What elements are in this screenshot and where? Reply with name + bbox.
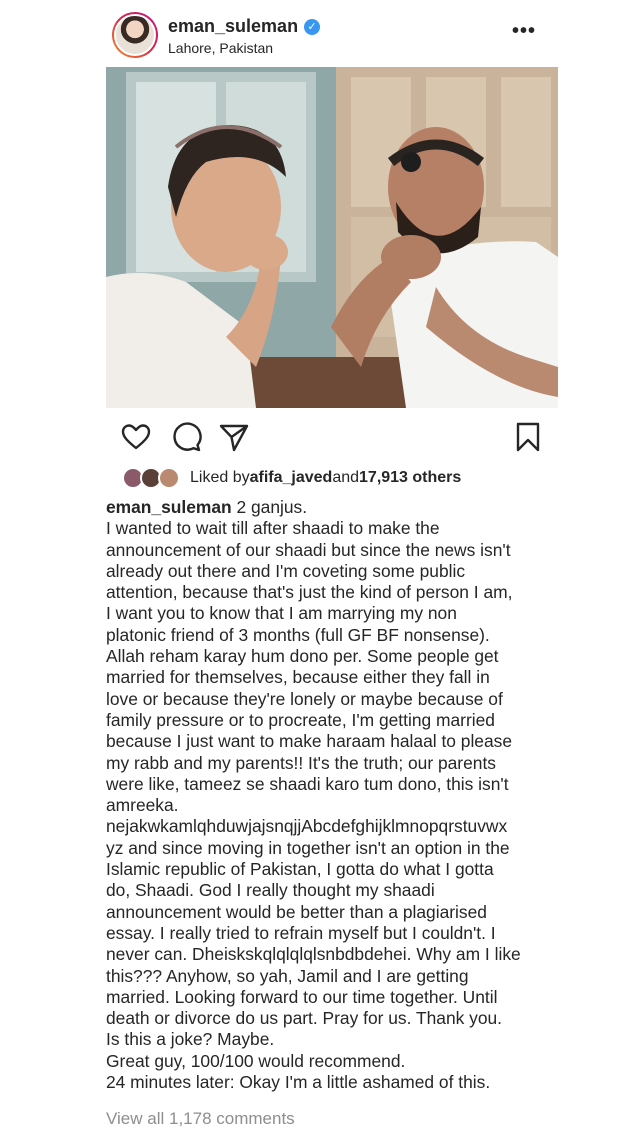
likes-prefix: Liked by <box>190 469 250 486</box>
caption-line: I want you to know that I am marrying my… <box>106 603 457 624</box>
caption-line: family pressure or to procreate, I'm get… <box>106 709 495 730</box>
caption-line: I wanted to wait till after shaadi to ma… <box>106 518 440 539</box>
likes-count-link[interactable]: 17,913 others <box>359 469 461 487</box>
liker-avatars <box>122 467 184 489</box>
caption-line: Allah reham karay hum dono per. Some peo… <box>106 646 499 667</box>
caption-line: married. Looking forward to our time tog… <box>106 986 498 1007</box>
caption-line: yz and since moving in together isn't an… <box>106 837 510 858</box>
caption-line: Great guy, 100/100 would recommend. <box>106 1050 406 1071</box>
caption-username-link[interactable]: eman_suleman <box>106 497 232 517</box>
caption-line: already out there and I'm coveting some … <box>106 560 466 581</box>
caption-line: Is this a joke? Maybe. <box>106 1029 275 1050</box>
caption-first-line: eman_suleman 2 ganjus. <box>106 497 576 518</box>
caption-line: married for themselves, because either t… <box>106 667 490 688</box>
caption-line: Islamic republic of Pakistan, I gotta do… <box>106 859 494 880</box>
send-icon[interactable] <box>218 421 250 453</box>
post-header: eman_suleman ✓ Lahore, Pakistan ••• <box>0 0 640 70</box>
avatar-image <box>114 14 156 56</box>
caption-line: this??? Anyhow, so yah, Jamil and I are … <box>106 965 469 986</box>
verified-badge-icon: ✓ <box>304 18 321 35</box>
more-options-icon[interactable]: ••• <box>512 20 536 43</box>
username-link[interactable]: eman_suleman <box>168 16 298 37</box>
liker-username-link[interactable]: afifa_javed <box>250 469 333 487</box>
caption-line: because I just want to make haraam halaa… <box>106 731 513 752</box>
heart-icon[interactable] <box>120 421 152 453</box>
liker-avatar <box>158 467 180 489</box>
caption-line: do, Shaadi. God I really thought my shaa… <box>106 880 435 901</box>
caption-line: amreeka. <box>106 795 179 816</box>
caption-line: announcement of our shaadi but since the… <box>106 539 511 560</box>
caption-line: death or divorce do us part. Pray for us… <box>106 1008 503 1029</box>
comment-icon[interactable] <box>170 421 202 453</box>
caption-line: 24 minutes later: Okay I'm a little asha… <box>106 1072 491 1093</box>
post-actions <box>106 415 558 459</box>
view-all-comments-link[interactable]: View all 1,178 comments <box>106 1109 295 1129</box>
caption-line: my rabb and my parents!! It's the truth;… <box>106 752 496 773</box>
post-photo[interactable] <box>106 67 558 408</box>
caption-line: love or because they're lonely or maybe … <box>106 688 503 709</box>
post-caption: eman_suleman 2 ganjus. I wanted to wait … <box>106 497 576 1093</box>
caption-line: never can. Dheiskskqlqlqlqlsnbdbdehei. W… <box>106 944 521 965</box>
caption-text: 2 ganjus. <box>231 497 308 517</box>
photo-illustration <box>106 67 558 408</box>
caption-line: nejakwkamlqhduwjajsnqjjAbcdefghijklmnopq… <box>106 816 508 837</box>
caption-line: essay. I really tried to refrain myself … <box>106 922 496 943</box>
username-row: eman_suleman ✓ <box>168 16 321 37</box>
caption-line: attention, because that's just the kind … <box>106 582 513 603</box>
likes-row: Liked by afifa_javed and 17,913 others <box>122 466 461 490</box>
instagram-post: eman_suleman ✓ Lahore, Pakistan ••• Like… <box>0 0 640 1137</box>
bookmark-icon[interactable] <box>512 421 544 453</box>
location-link[interactable]: Lahore, Pakistan <box>168 40 273 56</box>
likes-middle: and <box>332 469 360 486</box>
avatar[interactable] <box>112 12 158 58</box>
caption-line: platonic friend of 3 months (full GF BF … <box>106 624 490 645</box>
caption-line: announcement would be better than a plag… <box>106 901 487 922</box>
caption-line: were like, tameez se shaadi karo tum don… <box>106 773 509 794</box>
